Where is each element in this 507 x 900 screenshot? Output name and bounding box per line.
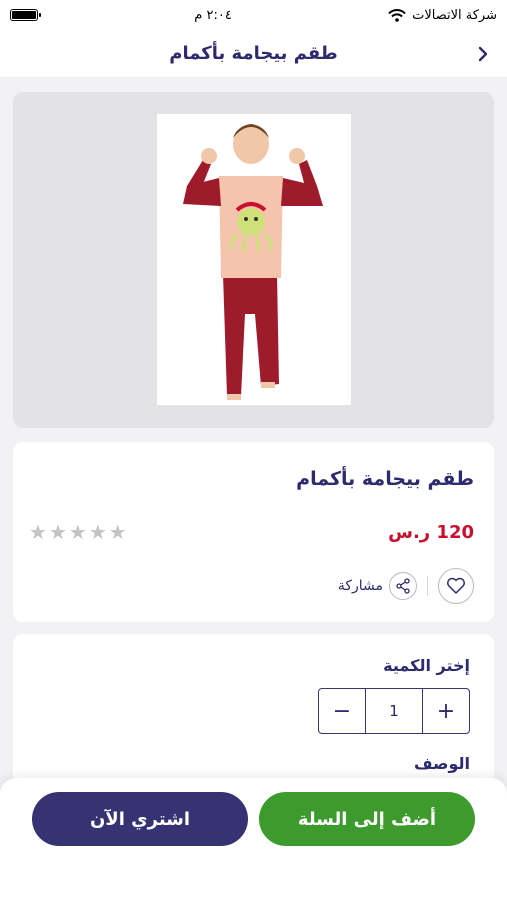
bottom-action-bar: أضف إلى السلة اشتري الآن	[0, 778, 507, 900]
product-price: 120 ر.س	[388, 522, 474, 543]
quantity-label: إختر الكمية	[383, 656, 470, 675]
product-info-card: طقم بيجامة بأكمام 120 ر.س ★ ★ ★ ★ ★ مشار…	[13, 442, 494, 622]
favorite-button[interactable]	[438, 568, 474, 604]
star-icon: ★	[29, 520, 47, 544]
product-image-card	[13, 92, 494, 428]
nav-bar: طقم بيجامة بأكمام	[0, 30, 507, 78]
share-label: مشاركة	[337, 578, 383, 594]
description-label: الوصف	[413, 754, 470, 773]
star-icon: ★	[88, 520, 107, 544]
share-icon	[396, 578, 410, 594]
add-to-cart-button[interactable]: أضف إلى السلة	[259, 792, 475, 846]
product-illustration	[183, 124, 323, 400]
share-icon-wrap	[389, 572, 417, 600]
status-time: ٢:٠٤ م	[194, 7, 232, 23]
star-icon: ★	[48, 520, 67, 544]
status-bar: ٢:٠٤ م شركة الاتصالات	[0, 0, 507, 30]
product-title: طقم بيجامة بأكمام	[296, 468, 474, 490]
carrier-name: شركة الاتصالات	[412, 7, 497, 23]
share-button[interactable]: مشاركة	[338, 572, 417, 600]
star-icon: ★	[108, 520, 127, 544]
page-title: طقم بيجامة بأكمام	[169, 43, 338, 64]
actions-divider	[427, 576, 428, 596]
product-actions: مشاركة	[338, 568, 474, 604]
product-photo[interactable]	[157, 114, 351, 405]
increase-button[interactable]: +	[423, 689, 469, 733]
rating-stars[interactable]: ★ ★ ★ ★ ★	[29, 522, 127, 542]
quantity-stepper: − 1 +	[318, 688, 470, 734]
back-button[interactable]	[473, 42, 493, 66]
star-icon: ★	[68, 520, 87, 544]
buy-now-button[interactable]: اشتري الآن	[32, 792, 248, 846]
heart-icon	[447, 577, 465, 594]
battery-icon	[10, 9, 41, 21]
decrease-button[interactable]: −	[319, 689, 365, 733]
wifi-icon	[388, 8, 406, 22]
carrier-info: شركة الاتصالات	[388, 8, 497, 23]
quantity-value[interactable]: 1	[365, 689, 423, 733]
chevron-right-icon	[478, 46, 488, 62]
